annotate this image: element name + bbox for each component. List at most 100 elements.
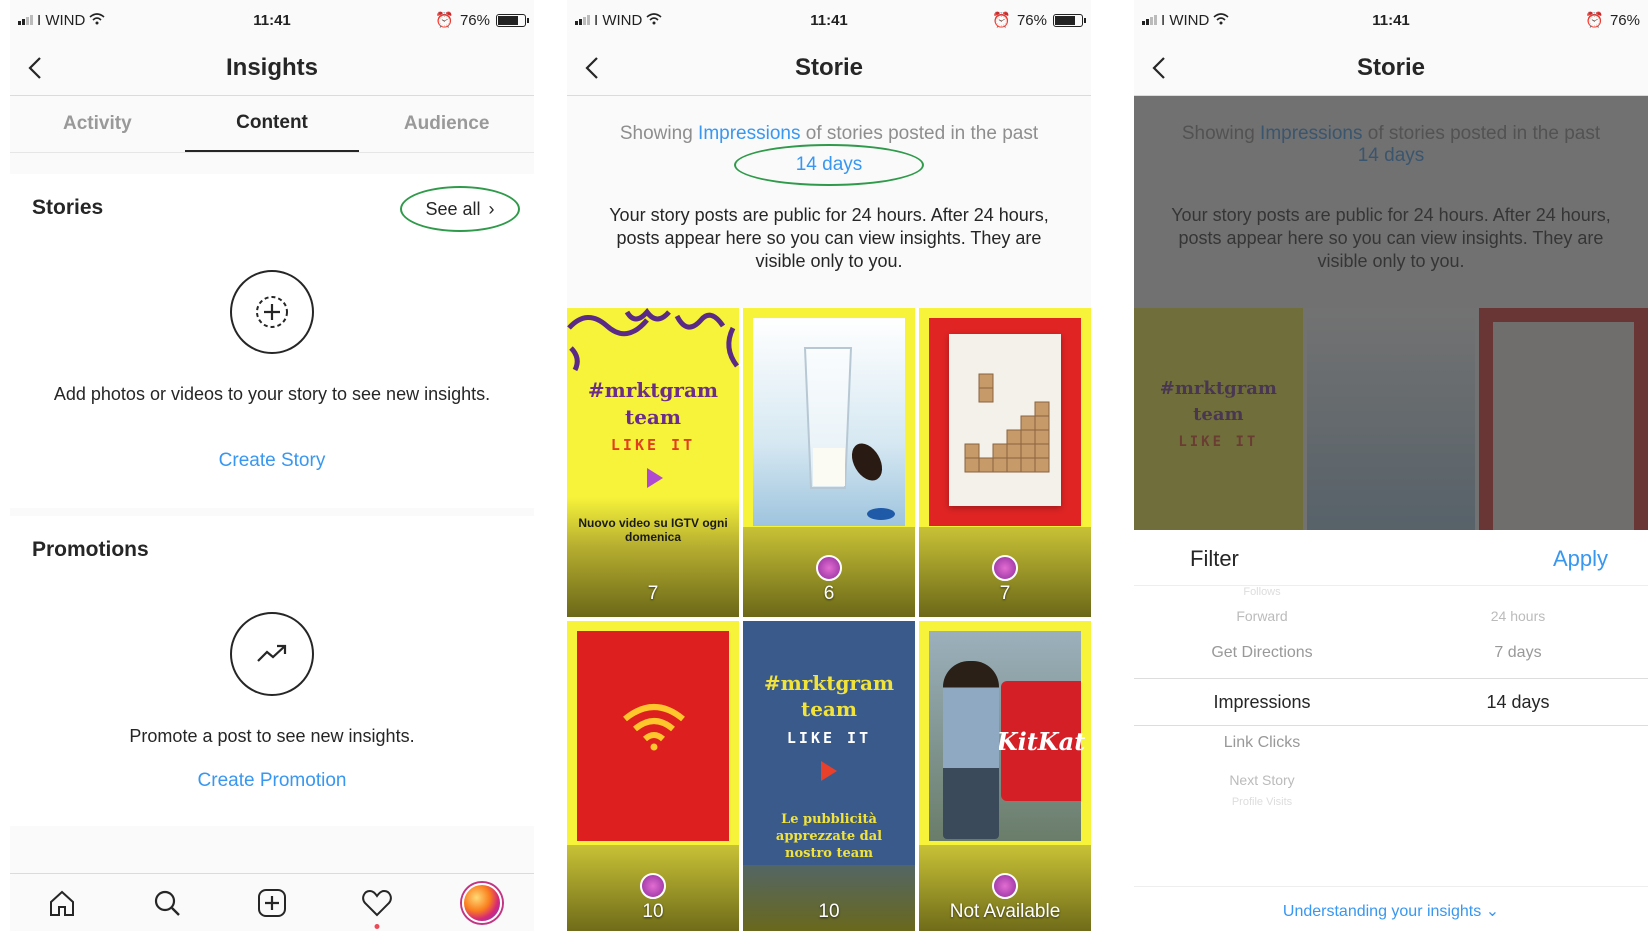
carrier-name: I WIND — [594, 11, 643, 29]
picker-row[interactable]: Profile Visits — [1134, 796, 1648, 830]
new-post-tab[interactable] — [250, 881, 294, 925]
signal-icon — [1142, 15, 1157, 25]
public-notice: Your story posts are public for 24 hours… — [609, 205, 1049, 271]
picker-row[interactable]: Link Clicks — [1134, 734, 1648, 768]
battery-icon — [496, 13, 529, 27]
wifi-icon — [89, 12, 105, 29]
plus-square-icon — [257, 888, 286, 917]
metric-option[interactable]: Profile Visits — [1134, 796, 1390, 808]
tile-image — [929, 318, 1081, 526]
promotions-section: Promotions Promote a post to see new ins… — [10, 516, 534, 826]
story-tile[interactable]: 7 — [919, 308, 1091, 617]
metric-option-selected[interactable]: Impressions — [1134, 679, 1390, 725]
dim-overlay[interactable] — [1134, 96, 1648, 530]
see-all-label: See all — [425, 198, 481, 219]
filter-header: Filter Apply — [1134, 530, 1648, 586]
add-story-icon — [230, 270, 314, 354]
tile-heading: #mrktgram — [763, 671, 895, 695]
person-image — [943, 661, 999, 839]
wifi-icon — [646, 12, 662, 29]
tile-image — [577, 631, 729, 841]
search-icon — [155, 890, 181, 916]
metric-option[interactable]: Link Clicks — [1134, 734, 1390, 752]
stories-info: Showing Impressions of stories posted in… — [567, 96, 1091, 308]
impressions-count: 7 — [647, 583, 659, 604]
wifi-fries-image — [623, 704, 685, 751]
battery-percent: 76% — [1016, 11, 1047, 29]
play-icon — [647, 468, 663, 488]
filter-picker[interactable]: Follows Forward 24 hours Get Directions 7 … — [1134, 586, 1648, 856]
period-selector[interactable]: 14 days — [734, 144, 924, 186]
tab-audience[interactable]: Audience — [359, 96, 534, 152]
tile-caption: Nuovo video su IGTV ogni domenica — [578, 516, 728, 544]
profile-tab[interactable] — [460, 881, 504, 925]
nav-bar: Storie — [1134, 40, 1648, 96]
alarm-icon: ⏰ — [435, 12, 454, 29]
period-option[interactable]: 24 hours — [1390, 608, 1646, 624]
stories-grid: #mrktgram team LIKE IT Nuovo video su IG… — [567, 308, 1091, 931]
story-tile[interactable]: 10 — [567, 621, 739, 931]
tile-caption: Le pubblicità apprezzate dal nostro team — [775, 812, 883, 861]
create-promotion-link[interactable]: Create Promotion — [10, 770, 534, 792]
tile-image — [753, 318, 905, 526]
period-option[interactable]: 7 days — [1390, 644, 1646, 662]
story-avatar — [816, 555, 842, 581]
picker-row[interactable]: Forward 24 hours — [1134, 608, 1648, 642]
back-button[interactable] — [585, 48, 615, 88]
showing-suffix: of stories posted in the past — [805, 123, 1039, 144]
stories-title: Stories — [32, 196, 104, 219]
signal-icon — [575, 15, 590, 25]
picker-selected-row[interactable]: Impressions 14 days — [1134, 678, 1648, 726]
create-story-link[interactable]: Create Story — [10, 450, 534, 472]
metric-selector[interactable]: Impressions — [698, 123, 800, 144]
alarm-icon: ⏰ — [992, 12, 1011, 29]
battery-percent: 76% — [459, 11, 490, 29]
activity-tab[interactable] — [355, 881, 399, 929]
filter-sheet: Filter Apply Follows Forward 24 hours Get… — [1134, 530, 1648, 931]
tab-activity[interactable]: Activity — [10, 96, 185, 152]
story-avatar — [992, 873, 1018, 899]
metric-option[interactable]: Follows — [1134, 586, 1390, 598]
see-all-button[interactable]: See all › — [400, 186, 520, 232]
understanding-insights-link[interactable]: Understanding your insights ⌄ — [1134, 886, 1648, 921]
status-bar: I WIND 11:41 ⏰ 76% — [10, 0, 534, 40]
picker-row[interactable]: Get Directions 7 days — [1134, 644, 1648, 678]
tile-heading: #mrktgram — [587, 378, 719, 402]
metric-option[interactable]: Get Directions — [1134, 644, 1390, 662]
period-option-selected[interactable]: 14 days — [1390, 679, 1646, 725]
impressions-count: 7 — [999, 583, 1011, 604]
impressions-count: 10 — [642, 901, 664, 922]
carrier-name: I WIND — [1161, 11, 1210, 29]
metric-option[interactable]: Forward — [1134, 608, 1390, 624]
page-title: Storie — [1356, 53, 1425, 81]
back-button[interactable] — [1152, 48, 1182, 88]
impressions-count: 6 — [823, 583, 835, 604]
profile-avatar — [461, 882, 502, 923]
metric-option[interactable]: Next Story — [1134, 772, 1390, 788]
apply-button[interactable]: Apply — [1553, 546, 1608, 572]
story-tile[interactable]: #mrktgram team LIKE IT Nuovo video su IG… — [567, 308, 739, 617]
glass-of-milk-image — [803, 347, 895, 520]
story-tile[interactable]: 6 — [743, 308, 915, 617]
impressions-count: 10 — [818, 901, 840, 922]
clock: 11:41 — [1372, 11, 1410, 29]
nav-bar: Insights — [10, 40, 534, 96]
status-bar: I WIND 11:41 ⏰ 76% — [1134, 0, 1648, 40]
back-button[interactable] — [28, 48, 58, 88]
story-avatar — [640, 873, 666, 899]
home-tab[interactable] — [40, 881, 84, 925]
nav-bar: Storie — [567, 40, 1091, 96]
tab-content[interactable]: Content — [184, 96, 360, 152]
stories-insights-screen: I WIND 11:41 ⏰ 76% Storie Showing Impress… — [567, 0, 1091, 931]
impressions-count: Not Available — [949, 901, 1061, 922]
story-tile[interactable]: #mrktgram team LIKE IT Le pubblicità app… — [743, 621, 915, 931]
trending-icon — [230, 612, 314, 696]
showing-prefix: Showing — [619, 123, 693, 144]
notification-dot — [374, 923, 380, 929]
story-tile[interactable]: KitKat Not Available — [919, 621, 1091, 931]
carrier: I WIND — [18, 12, 105, 29]
chevron-down-icon: ⌄ — [1485, 903, 1500, 920]
search-tab[interactable] — [145, 881, 189, 925]
carrier: I WIND — [575, 12, 662, 29]
tile-tagline: LIKE IT — [610, 436, 696, 454]
